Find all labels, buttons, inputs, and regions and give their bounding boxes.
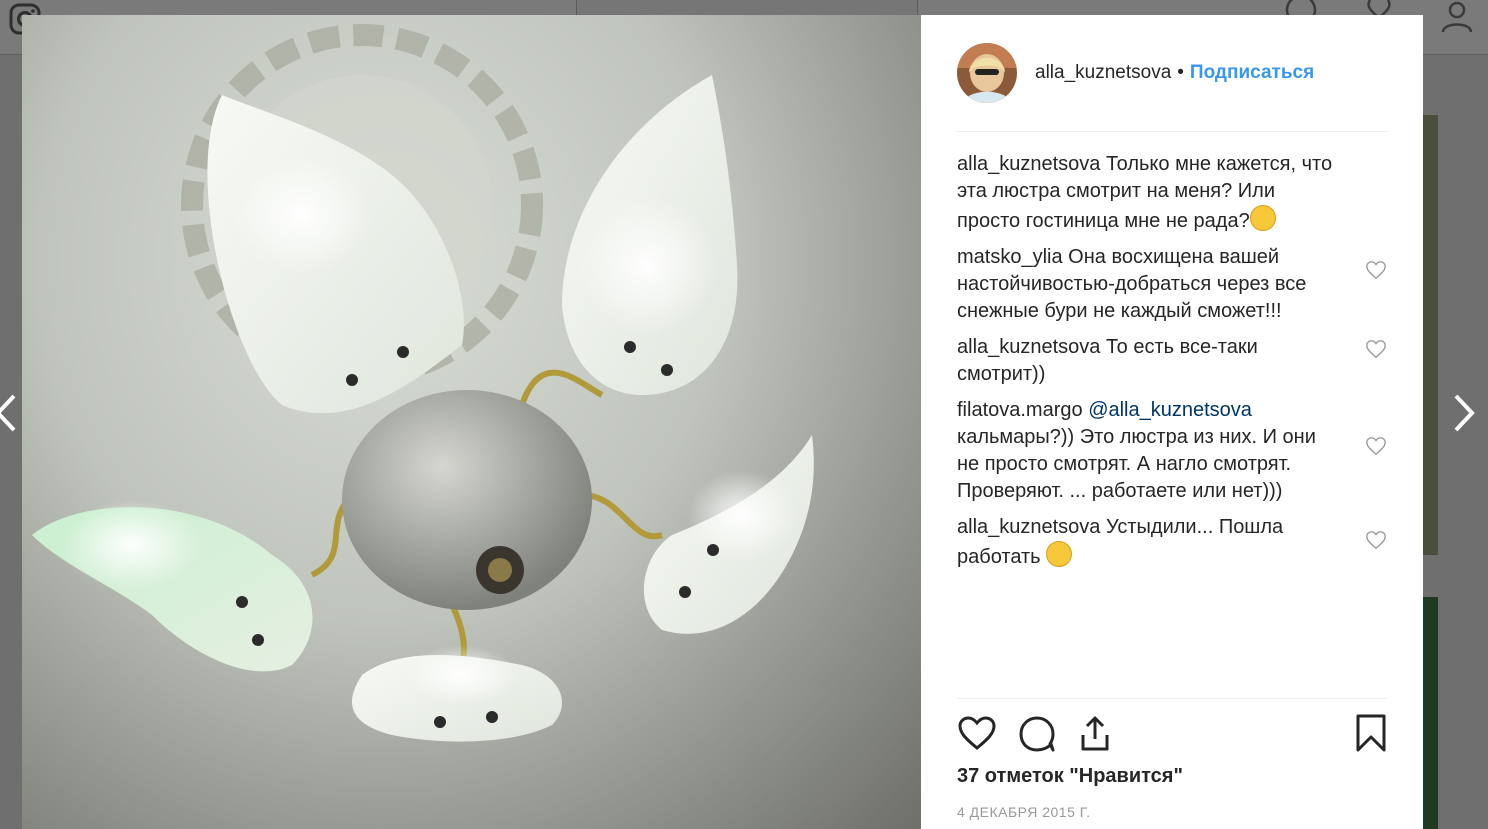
comment-item: matsko_ylia Она восхищена вашей настойчи… [957, 244, 1387, 325]
comment-heart-icon[interactable] [1365, 435, 1387, 457]
author-username[interactable]: alla_kuznetsova [1035, 62, 1171, 83]
comment-item: filatova.margo @alla_kuznetsova кальмары… [957, 397, 1387, 505]
caption-username[interactable]: alla_kuznetsova [957, 153, 1100, 175]
comment-item: alla_kuznetsova То есть все-таки смотрит… [957, 334, 1387, 388]
post-modal: alla_kuznetsova • Подписаться alla_kuznets… [22, 15, 1423, 829]
background-thumbnail [1422, 597, 1438, 829]
pensive-face-emoji-icon [1046, 541, 1073, 567]
comment-username[interactable]: matsko_ylia [957, 246, 1063, 268]
avatar[interactable] [957, 43, 1017, 103]
comment-heart-icon[interactable] [1365, 259, 1387, 281]
comment-username[interactable]: alla_kuznetsova [957, 516, 1100, 538]
profile-icon [1440, 0, 1474, 34]
comment-text: кальмары?)) Это люстра из них. И они не … [957, 426, 1316, 502]
bookmark-icon[interactable] [1351, 713, 1391, 753]
post-panel: alla_kuznetsova • Подписаться alla_kuznets… [921, 15, 1423, 829]
share-icon[interactable] [1075, 713, 1115, 753]
separator-dot: • [1177, 62, 1184, 83]
post-header: alla_kuznetsova • Подписаться [957, 43, 1387, 132]
flushed-face-emoji-icon [1249, 205, 1276, 231]
comment-bubble-icon[interactable] [1017, 713, 1057, 753]
post-date: 4 ДЕКАБРЯ 2015 Г. [957, 804, 1091, 820]
likes-count[interactable]: 37 отметок "Нравится" [957, 765, 1183, 788]
comment-heart-icon[interactable] [1365, 529, 1387, 551]
chandelier-photo [32, 24, 814, 742]
caption: alla_kuznetsova Только мне кажется, что … [957, 151, 1387, 235]
chevron-right-icon[interactable] [1448, 390, 1478, 436]
chevron-left-icon[interactable] [0, 390, 22, 436]
comment-username[interactable]: filatova.margo [957, 399, 1083, 421]
heart-icon[interactable] [957, 713, 997, 753]
post-photo[interactable] [22, 15, 921, 829]
comment-item: alla_kuznetsova Устыдили... Пошла работа… [957, 514, 1387, 571]
comment-heart-icon[interactable] [1365, 338, 1387, 360]
follow-button[interactable]: Подписаться [1190, 62, 1314, 83]
comment-mention[interactable]: @alla_kuznetsova [1088, 399, 1252, 421]
comments-list: alla_kuznetsova Только мне кажется, что … [957, 151, 1387, 580]
comment-username[interactable]: alla_kuznetsova [957, 336, 1100, 358]
background-thumbnail [1422, 115, 1438, 555]
